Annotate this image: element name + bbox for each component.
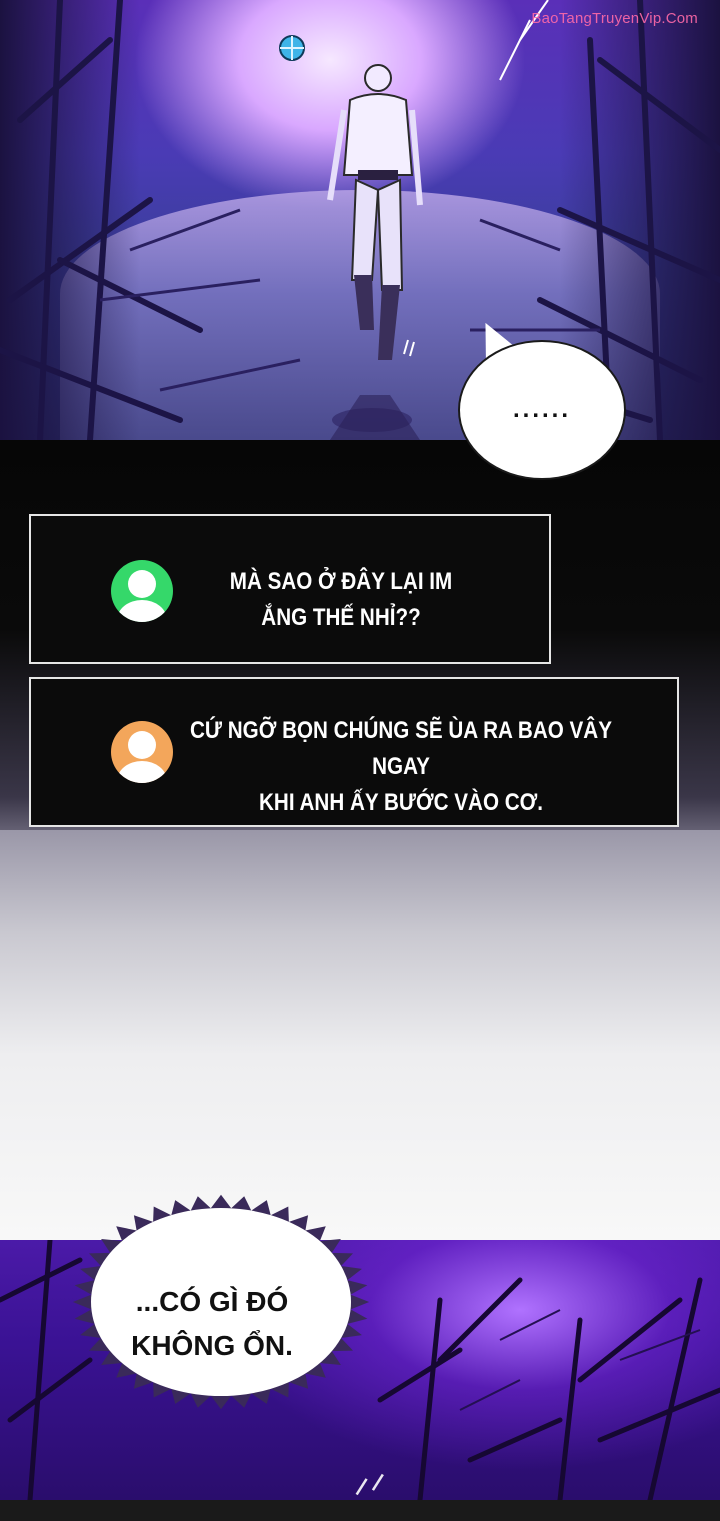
thought-bubble-text: ...CÓ GÌ ĐÓ KHÔNG ỔN. xyxy=(92,1280,332,1368)
chat-message-box: CỨ NGỠ BỌN CHÚNG SẼ ÙA RA BAO VÂY NGAY K… xyxy=(29,677,679,827)
speech-bubble: ...... xyxy=(460,342,624,478)
chat-message-line: CỨ NGỠ BỌN CHÚNG SẼ ÙA RA BAO VÂY NGAY xyxy=(190,717,612,780)
chat-message-text: MÀ SAO Ở ĐÂY LẠI IM ẮNG THẾ NHỈ?? xyxy=(186,564,496,636)
speech-bubble-text: ...... xyxy=(512,396,571,423)
chat-message-line: MÀ SAO Ở ĐÂY LẠI IM xyxy=(229,568,453,595)
mist-background xyxy=(0,830,720,1240)
orange-person-icon xyxy=(111,721,173,783)
thought-line: ...CÓ GÌ ĐÓ xyxy=(135,1286,289,1317)
chat-message-line: ẮNG THẾ NHỈ?? xyxy=(261,604,421,631)
motion-lines xyxy=(403,0,549,357)
walking-figure xyxy=(327,64,423,440)
watermark-text: BaoTangTruyenVip.Com xyxy=(531,10,698,27)
green-person-icon xyxy=(111,560,173,622)
thought-line: KHÔNG ỔN. xyxy=(131,1330,293,1361)
orb-icon xyxy=(279,35,305,61)
chat-message-line: KHI ANH ẤY BƯỚC VÀO CƠ. xyxy=(259,789,543,816)
chat-message-text: CỨ NGỠ BỌN CHÚNG SẼ ÙA RA BAO VÂY NGAY K… xyxy=(169,713,633,821)
chat-message-box: MÀ SAO Ở ĐÂY LẠI IM ẮNG THẾ NHỈ?? xyxy=(29,514,551,664)
